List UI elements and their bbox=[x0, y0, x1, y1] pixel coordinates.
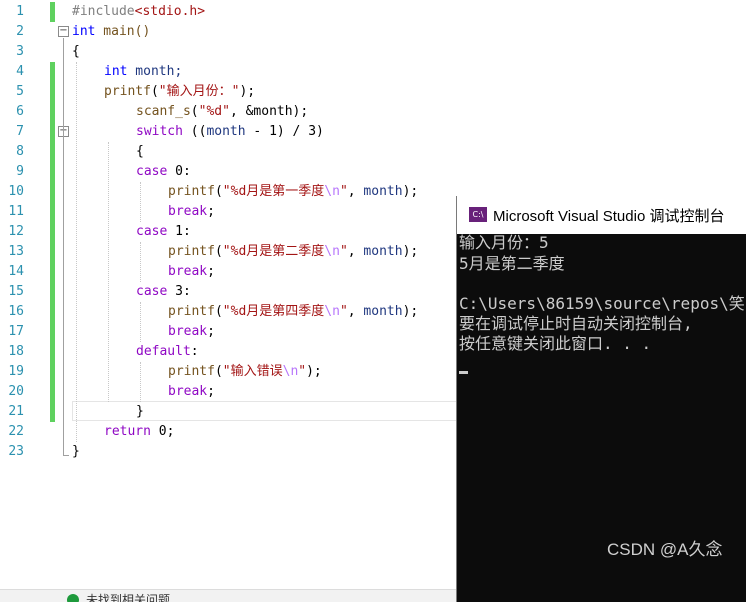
code-text[interactable]: default: bbox=[136, 342, 199, 362]
line-number: 10 bbox=[8, 184, 24, 199]
change-marker bbox=[50, 302, 55, 322]
line-number: 16 bbox=[8, 304, 24, 319]
change-marker bbox=[50, 142, 55, 162]
change-marker bbox=[50, 202, 55, 222]
code-text[interactable]: break; bbox=[168, 262, 215, 282]
code-text[interactable]: printf("%d月是第一季度\n", month); bbox=[168, 182, 418, 202]
console-output-line: 输入月份：5 bbox=[459, 233, 549, 252]
code-text[interactable]: printf("%d月是第二季度\n", month); bbox=[168, 242, 418, 262]
line-number: 21 bbox=[8, 404, 24, 419]
change-marker bbox=[50, 262, 55, 282]
change-marker bbox=[50, 222, 55, 242]
indent-guide bbox=[140, 302, 141, 342]
code-line[interactable]: 7 − switch ((month - 1) / 3) bbox=[0, 122, 746, 142]
code-text[interactable]: break; bbox=[168, 322, 215, 342]
code-text[interactable]: } bbox=[72, 442, 80, 462]
line-number: 22 bbox=[8, 424, 24, 439]
fold-end-tick bbox=[63, 455, 69, 456]
code-line[interactable]: 1 #include<stdio.h> bbox=[0, 2, 746, 22]
collapse-icon[interactable]: − bbox=[58, 26, 69, 37]
indent-guide bbox=[108, 142, 109, 402]
console-title-bar[interactable]: C:\ Microsoft Visual Studio 调试控制台 bbox=[457, 196, 746, 234]
indent-guide bbox=[76, 62, 77, 442]
code-text[interactable]: case 0: bbox=[136, 162, 191, 182]
code-text[interactable]: case 1: bbox=[136, 222, 191, 242]
check-circle-icon bbox=[67, 594, 79, 602]
change-marker bbox=[50, 382, 55, 402]
code-text[interactable]: break; bbox=[168, 202, 215, 222]
line-number: 19 bbox=[8, 364, 24, 379]
change-marker bbox=[50, 102, 55, 122]
line-number: 9 bbox=[16, 164, 24, 179]
change-marker bbox=[50, 282, 55, 302]
change-marker bbox=[50, 182, 55, 202]
code-text[interactable]: scanf_s("%d", &month); bbox=[136, 102, 308, 122]
code-text[interactable]: case 3: bbox=[136, 282, 191, 302]
line-number: 12 bbox=[8, 224, 24, 239]
code-text[interactable]: #include<stdio.h> bbox=[72, 2, 205, 22]
change-marker bbox=[50, 162, 55, 182]
change-marker bbox=[50, 122, 55, 142]
change-marker bbox=[50, 402, 55, 422]
code-text[interactable]: } bbox=[136, 402, 144, 422]
change-marker bbox=[50, 242, 55, 262]
change-marker bbox=[50, 82, 55, 102]
line-number: 1 bbox=[16, 4, 24, 19]
code-line[interactable]: 2 − int main() bbox=[0, 22, 746, 42]
console-title: Microsoft Visual Studio 调试控制台 bbox=[493, 208, 725, 225]
change-marker bbox=[50, 62, 55, 82]
console-output-line: C:\Users\86159\source\repos\笑 bbox=[459, 294, 745, 313]
code-line[interactable]: 9 case 0: bbox=[0, 162, 746, 182]
console-output-line: 5月是第二季度 bbox=[459, 254, 565, 273]
line-number: 6 bbox=[16, 104, 24, 119]
code-text[interactable]: int month; bbox=[104, 62, 182, 82]
line-number: 7 bbox=[16, 124, 24, 139]
code-text[interactable]: { bbox=[136, 142, 144, 162]
change-marker bbox=[50, 322, 55, 342]
code-text[interactable]: break; bbox=[168, 382, 215, 402]
line-number: 18 bbox=[8, 344, 24, 359]
code-text[interactable]: printf("%d月是第四季度\n", month); bbox=[168, 302, 418, 322]
console-cursor bbox=[459, 371, 468, 374]
line-number: 15 bbox=[8, 284, 24, 299]
line-number: 2 bbox=[16, 24, 24, 39]
code-line[interactable]: 6 scanf_s("%d", &month); bbox=[0, 102, 746, 122]
code-line[interactable]: 8 { bbox=[0, 142, 746, 162]
line-number: 13 bbox=[8, 244, 24, 259]
code-text[interactable]: int main() bbox=[72, 22, 150, 42]
code-line[interactable]: 3 { bbox=[0, 42, 746, 62]
line-number: 20 bbox=[8, 384, 24, 399]
indent-guide bbox=[140, 362, 141, 402]
debug-console-window[interactable]: C:\ Microsoft Visual Studio 调试控制台 输入月份：5… bbox=[456, 196, 746, 602]
visual-studio-icon: C:\ bbox=[469, 207, 487, 222]
code-text[interactable]: printf("输入错误\n"); bbox=[168, 362, 322, 382]
code-text[interactable]: switch ((month - 1) / 3) bbox=[136, 122, 324, 142]
line-number: 17 bbox=[8, 324, 24, 339]
code-text[interactable]: return 0; bbox=[104, 422, 174, 442]
status-text: 未找到相关问题 bbox=[86, 593, 171, 602]
line-number: 3 bbox=[16, 44, 24, 59]
watermark: CSDN @A久念 bbox=[607, 540, 723, 559]
code-text[interactable]: { bbox=[72, 42, 80, 62]
console-output-line: 按任意键关闭此窗口. . . bbox=[459, 334, 652, 353]
line-number: 8 bbox=[16, 144, 24, 159]
status-bar: 未找到相关问题 bbox=[0, 589, 456, 602]
line-number: 4 bbox=[16, 64, 24, 79]
line-number: 5 bbox=[16, 84, 24, 99]
line-number: 14 bbox=[8, 264, 24, 279]
line-number: 23 bbox=[8, 444, 24, 459]
change-marker bbox=[50, 342, 55, 362]
code-line[interactable]: 4 int month; bbox=[0, 62, 746, 82]
indent-guide bbox=[140, 242, 141, 282]
code-text[interactable]: printf("输入月份："); bbox=[104, 82, 255, 102]
code-line[interactable]: 5 printf("输入月份："); bbox=[0, 82, 746, 102]
console-output-line: 要在调试停止时自动关闭控制台, bbox=[459, 314, 693, 333]
change-marker bbox=[50, 2, 55, 22]
indent-guide bbox=[140, 182, 141, 222]
fold-region-line bbox=[63, 138, 64, 410]
change-marker bbox=[50, 362, 55, 382]
line-number: 11 bbox=[8, 204, 24, 219]
